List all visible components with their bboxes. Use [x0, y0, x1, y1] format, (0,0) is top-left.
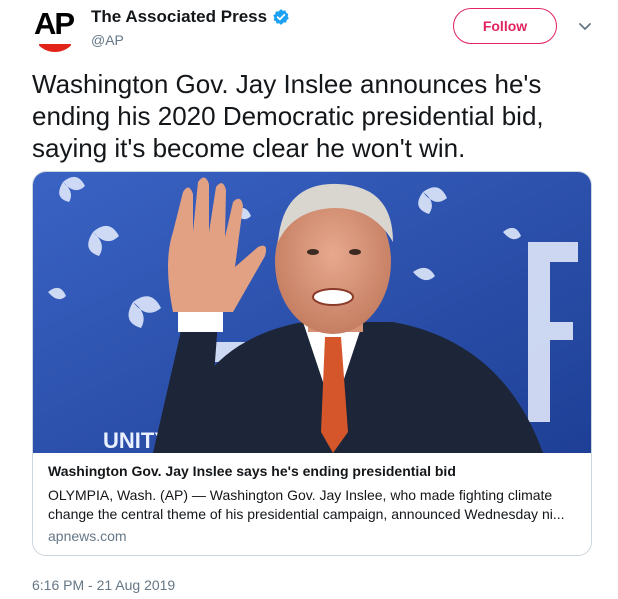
verified-badge-icon — [273, 9, 289, 25]
tweet: AP The Associated Press @AP Follow Washi… — [0, 0, 618, 599]
card-title[interactable]: Washington Gov. Jay Inslee says he's end… — [48, 463, 578, 479]
link-card[interactable]: UNITY + FR Washington Gov. Jay Inslee — [32, 171, 592, 556]
tweet-text: Washington Gov. Jay Inslee announces he'… — [32, 69, 544, 163]
chevron-down-icon[interactable] — [578, 22, 592, 32]
ap-logo-icon: AP — [34, 6, 75, 41]
card-domain: apnews.com — [48, 528, 127, 544]
card-photo[interactable]: UNITY + FR — [33, 172, 592, 453]
avatar[interactable]: AP — [32, 6, 78, 52]
ap-logo-bar — [39, 44, 71, 52]
timestamp[interactable]: 6:16 PM - 21 Aug 2019 — [32, 577, 175, 593]
follow-button[interactable]: Follow — [453, 8, 557, 44]
handle[interactable]: @AP — [91, 32, 124, 48]
author-row: The Associated Press — [91, 7, 290, 27]
card-description: OLYMPIA, Wash. (AP) — Washington Gov. Ja… — [48, 487, 565, 522]
display-name[interactable]: The Associated Press — [91, 7, 267, 27]
